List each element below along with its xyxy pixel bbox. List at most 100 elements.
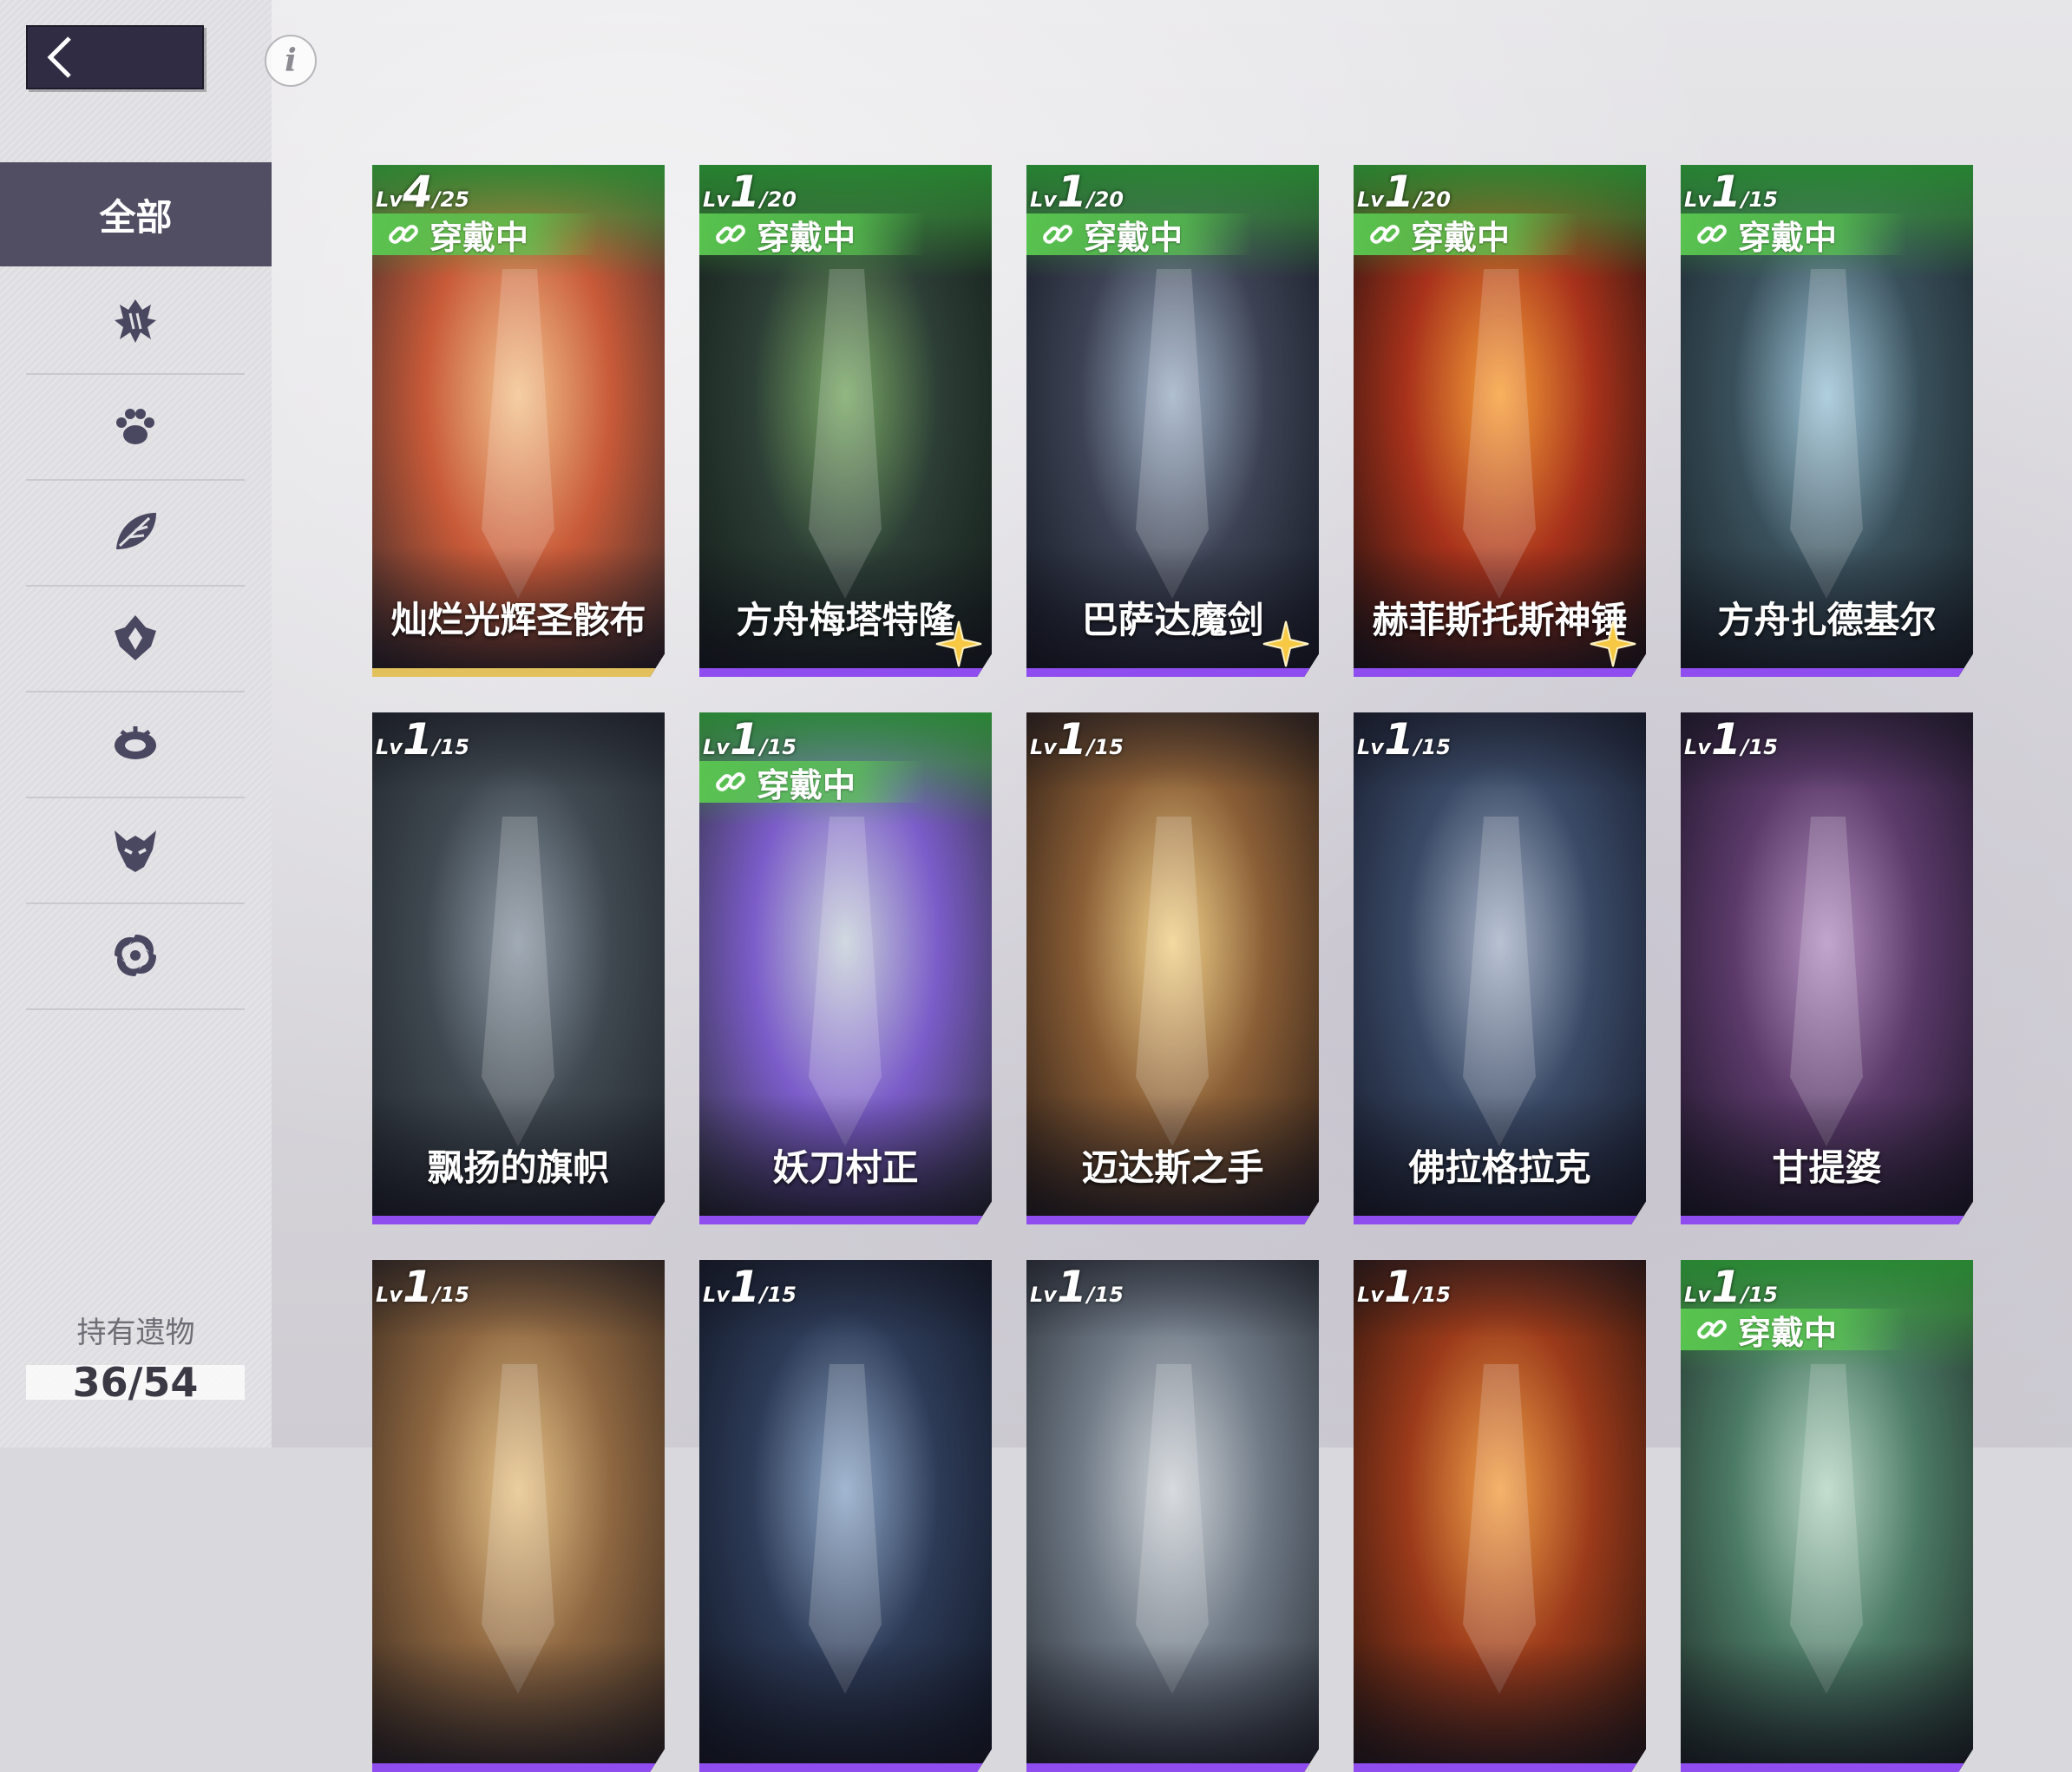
chevron-left-icon: [47, 36, 71, 78]
rarity-bar: [699, 668, 992, 677]
relic-card[interactable]: Lv1/15 穿戴中: [1681, 1260, 1973, 1772]
relic-name: 妖刀村正: [772, 1146, 919, 1189]
rarity-bar: [1026, 668, 1319, 677]
relic-name: 甘提婆: [1772, 1146, 1882, 1189]
equipped-label: 穿戴中: [757, 765, 856, 804]
level-prefix: Lv: [1030, 735, 1057, 759]
level-max: /15: [1741, 187, 1778, 212]
rarity-bar: [1354, 1763, 1646, 1772]
category-leaf[interactable]: [26, 479, 245, 587]
info-button[interactable]: i: [265, 35, 317, 87]
relic-card[interactable]: Lv4/25 穿戴中 灿烂光辉圣骸布: [372, 165, 665, 677]
relic-name: 方舟扎德基尔: [1717, 599, 1937, 641]
relic-name: 迈达斯之手: [1081, 1146, 1264, 1189]
relic-card[interactable]: Lv1/20 穿戴中 赫菲斯托斯神锤: [1354, 165, 1646, 677]
link-icon: [1370, 225, 1400, 244]
equipped-badge: 穿戴中: [1354, 213, 1579, 257]
equipped-badge: 穿戴中: [1026, 213, 1252, 257]
rarity-bar: [1026, 1763, 1319, 1772]
level-max: /15: [1741, 735, 1778, 759]
relic-card[interactable]: Lv1/15 飘扬的旗帜: [372, 712, 665, 1224]
level-current: 1: [1710, 1262, 1741, 1312]
rarity-bar: [372, 1763, 665, 1772]
level-max: /20: [1086, 187, 1124, 212]
level-max: /15: [1086, 1283, 1124, 1307]
relic-level: Lv1/20: [1030, 167, 1124, 217]
relic-card[interactable]: Lv1/15 穿戴中方舟扎德基尔: [1681, 165, 1973, 677]
level-current: 1: [729, 714, 760, 765]
level-current: 4: [402, 167, 433, 217]
category-claw[interactable]: [26, 267, 245, 375]
category-demon-mask[interactable]: [26, 797, 245, 904]
sparkle-icon: [1262, 620, 1309, 667]
equipped-label: 穿戴中: [1738, 1313, 1838, 1352]
equipped-label: 穿戴中: [1084, 218, 1184, 257]
level-current: 1: [1056, 167, 1087, 217]
category-all[interactable]: 全部: [0, 162, 272, 266]
relic-card[interactable]: Lv1/15 甘提婆: [1681, 712, 1973, 1224]
relic-card[interactable]: Lv1/15 迈达斯之手: [1026, 712, 1319, 1224]
link-icon: [716, 772, 745, 791]
relic-card[interactable]: Lv1/15 佛拉格拉克: [1354, 712, 1646, 1224]
bottom-shade: [1026, 1642, 1319, 1772]
relic-card[interactable]: Lv1/15: [699, 1260, 992, 1772]
category-flame-crest[interactable]: [26, 585, 245, 692]
equipped-label: 穿戴中: [757, 218, 856, 257]
relic-level: Lv1/15: [1357, 714, 1451, 765]
level-prefix: Lv: [1357, 735, 1384, 759]
level-prefix: Lv: [703, 187, 730, 212]
relic-level: Lv1/15: [1684, 167, 1778, 217]
rarity-bar: [1026, 1216, 1319, 1224]
category-spiral[interactable]: [26, 902, 245, 1010]
level-max: /15: [1086, 735, 1124, 759]
relic-level: Lv4/25: [376, 167, 469, 217]
ring-icon: [115, 726, 156, 759]
level-prefix: Lv: [1684, 1283, 1711, 1307]
equipped-badge: 穿戴中: [699, 761, 925, 804]
sidebar: 全部 持有遗物 36/54: [0, 0, 272, 1447]
relic-level: Lv1/15: [1684, 1262, 1778, 1312]
equipped-badge: 穿戴中: [699, 213, 925, 257]
link-icon: [389, 225, 418, 244]
relic-card[interactable]: Lv1/20 穿戴中 方舟梅塔特隆: [699, 165, 992, 677]
relic-card[interactable]: Lv1/20 穿戴中 巴萨达魔剑: [1026, 165, 1319, 677]
rarity-bar: [372, 1216, 665, 1224]
flame-crest-icon: [115, 615, 156, 660]
level-max: /15: [432, 735, 469, 759]
spiral-icon: [115, 935, 156, 976]
category-paw[interactable]: [26, 373, 245, 481]
rarity-bar: [1681, 668, 1973, 677]
relic-card[interactable]: Lv1/15: [372, 1260, 665, 1772]
sparkle-icon: [1590, 620, 1636, 667]
equipped-badge: 穿戴中: [1681, 213, 1906, 257]
level-max: /25: [432, 187, 469, 212]
leaf-icon: [116, 513, 156, 549]
relic-card[interactable]: Lv1/15: [1026, 1260, 1319, 1772]
link-icon: [1697, 1320, 1727, 1339]
level-max: /15: [759, 735, 797, 759]
back-button[interactable]: [26, 25, 204, 89]
level-max: /15: [1413, 1283, 1451, 1307]
paw-icon: [116, 409, 154, 444]
rarity-bar: [699, 1216, 992, 1224]
bottom-shade: [1354, 1642, 1646, 1772]
level-max: /15: [759, 1283, 797, 1307]
relic-card[interactable]: Lv1/15 穿戴中 妖刀村正: [699, 712, 992, 1224]
rarity-bar: [1354, 668, 1646, 677]
level-max: /15: [1413, 735, 1451, 759]
level-current: 1: [1383, 714, 1414, 765]
link-icon: [1697, 225, 1727, 244]
relic-card[interactable]: Lv1/15: [1354, 1260, 1646, 1772]
sparkle-icon: [935, 620, 982, 667]
level-current: 1: [402, 714, 433, 765]
level-prefix: Lv: [703, 1283, 730, 1307]
bottom-shade: [699, 1642, 992, 1772]
level-prefix: Lv: [703, 735, 730, 759]
level-current: 1: [1383, 1262, 1414, 1312]
level-current: 1: [729, 1262, 760, 1312]
category-ring[interactable]: [26, 691, 245, 798]
link-icon: [716, 225, 745, 244]
relic-level: Lv1/15: [703, 714, 797, 765]
demon-mask-icon: [115, 830, 156, 872]
category-all-label: 全部: [99, 195, 173, 239]
